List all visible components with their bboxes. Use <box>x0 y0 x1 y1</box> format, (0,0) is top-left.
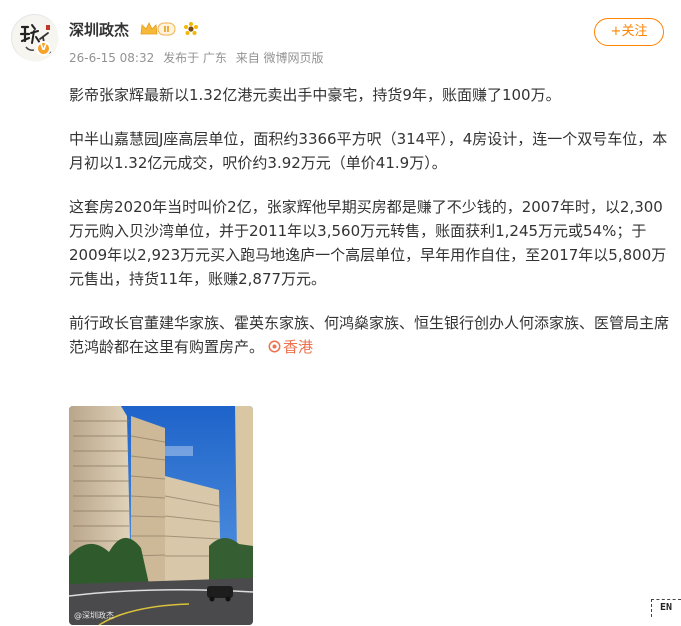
sunflower-icon[interactable] <box>183 21 199 37</box>
avatar-calligraphy-icon <box>12 15 59 62</box>
user-name[interactable]: 深圳政杰 <box>69 19 129 40</box>
language-en-button[interactable]: EN <box>651 599 681 617</box>
vip-crown-badge-icon[interactable]: II <box>139 21 177 37</box>
building-photo <box>69 406 253 625</box>
post-source: 来自 微博网页版 <box>235 51 324 65</box>
post-time[interactable]: 26-6-15 08:32 <box>69 51 154 65</box>
post-paragraph: 中半山嘉慧园J座高层单位，面积约3366平方呎（314平），4房设计，连一个双号… <box>69 130 668 172</box>
post-paragraph: 这套房2020年当时叫价2亿，张家辉他早期买房都是赚了不少钱的，2007年时，以… <box>69 198 667 288</box>
post-content: 影帝张家辉最新以1.32亿港元卖出手中豪宅，持货9年，账面赚了100万。 中半山… <box>69 83 669 379</box>
post-paragraph: 影帝张家辉最新以1.32亿港元卖出手中豪宅，持货9年，账面赚了100万。 <box>69 86 561 104</box>
user-badges: II <box>139 21 199 37</box>
avatar[interactable] <box>11 14 59 62</box>
image-watermark: @深圳政杰 <box>74 611 114 620</box>
location-link[interactable]: 香港 <box>264 338 313 356</box>
post-paragraph-text: 前行政长官董建华家族、霍英东家族、何鸿燊家族、恒生银行创办人何添家族、医管局主席… <box>69 314 670 356</box>
location-pin-icon <box>268 340 281 353</box>
post-image[interactable]: @深圳政杰 <box>69 406 253 625</box>
follow-button[interactable]: +关注 <box>594 18 664 46</box>
post-paragraph-last: 前行政长官董建华家族、霍英东家族、何鸿燊家族、恒生银行创办人何添家族、医管局主席… <box>69 311 669 359</box>
post-meta: 26-6-15 08:32 发布于 广东 来自 微博网页版 <box>69 49 329 66</box>
verified-badge-icon: V <box>36 41 51 56</box>
location-label: 香港 <box>283 338 314 356</box>
vip-level-text: II <box>164 25 170 34</box>
post-location: 发布于 广东 <box>163 51 227 65</box>
